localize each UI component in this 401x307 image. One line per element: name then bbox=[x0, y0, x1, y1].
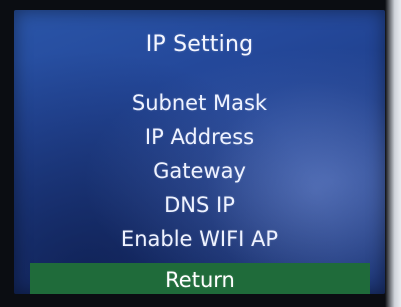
menu-item-return[interactable]: Return bbox=[30, 263, 370, 294]
device-photo: IP Setting Subnet Mask IP Address Gatewa… bbox=[0, 0, 401, 307]
screen-title: IP Setting bbox=[145, 32, 254, 57]
menu-item-enable-wifi-ap[interactable]: Enable WIFI AP bbox=[14, 222, 385, 256]
device-edge bbox=[385, 0, 401, 307]
menu-item-dns-ip[interactable]: DNS IP bbox=[14, 188, 385, 222]
menu-item-subnet-mask[interactable]: Subnet Mask bbox=[14, 86, 385, 120]
settings-menu: Subnet Mask IP Address Gateway DNS IP En… bbox=[14, 86, 385, 294]
lcd-screen: IP Setting Subnet Mask IP Address Gatewa… bbox=[14, 10, 385, 294]
menu-item-ip-address[interactable]: IP Address bbox=[14, 120, 385, 154]
menu-item-gateway[interactable]: Gateway bbox=[14, 154, 385, 188]
